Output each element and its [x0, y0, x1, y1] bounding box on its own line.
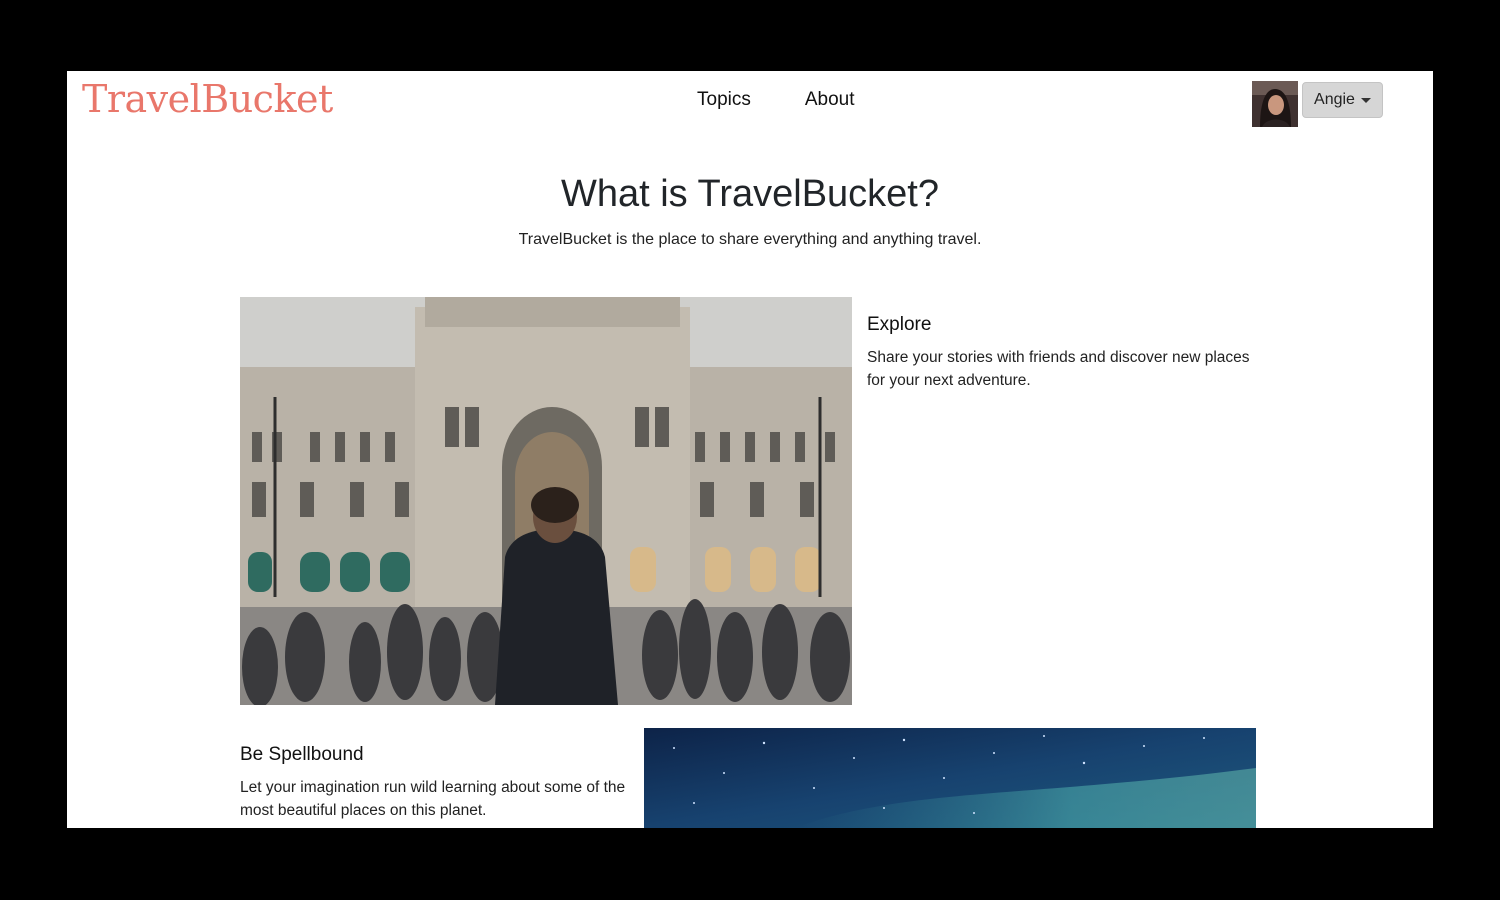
user-menu-button[interactable]: Angie — [1302, 82, 1383, 118]
brand-logo[interactable]: TravelBucket — [82, 77, 333, 121]
nav-about-link[interactable]: About — [805, 89, 855, 111]
feature-explore: Explore Share your stories with friends … — [867, 314, 1267, 392]
explore-photo — [240, 297, 852, 705]
feature-spellbound-text: Let your imagination run wild learning a… — [240, 779, 626, 819]
feature-explore-text: Share your stories with friends and disc… — [867, 349, 1250, 389]
user-name-label: Angie — [1314, 91, 1355, 108]
hero-subtitle: TravelBucket is the place to share every… — [518, 231, 982, 248]
nav-links: Topics About — [697, 89, 855, 111]
navbar: TravelBucket Topics About Angie — [67, 71, 1433, 133]
feature-spellbound-title: Be Spellbound — [240, 744, 364, 765]
hero-title: What is TravelBucket? — [560, 173, 940, 215]
caret-down-icon — [1360, 98, 1371, 103]
feature-explore-title: Explore — [867, 314, 932, 335]
spellbound-photo — [644, 728, 1256, 828]
page: TravelBucket Topics About Angie What is … — [67, 71, 1433, 828]
avatar[interactable] — [1252, 81, 1298, 127]
nav-topics-link[interactable]: Topics — [697, 89, 751, 111]
feature-spellbound: Be Spellbound Let your imagination run w… — [240, 744, 640, 822]
